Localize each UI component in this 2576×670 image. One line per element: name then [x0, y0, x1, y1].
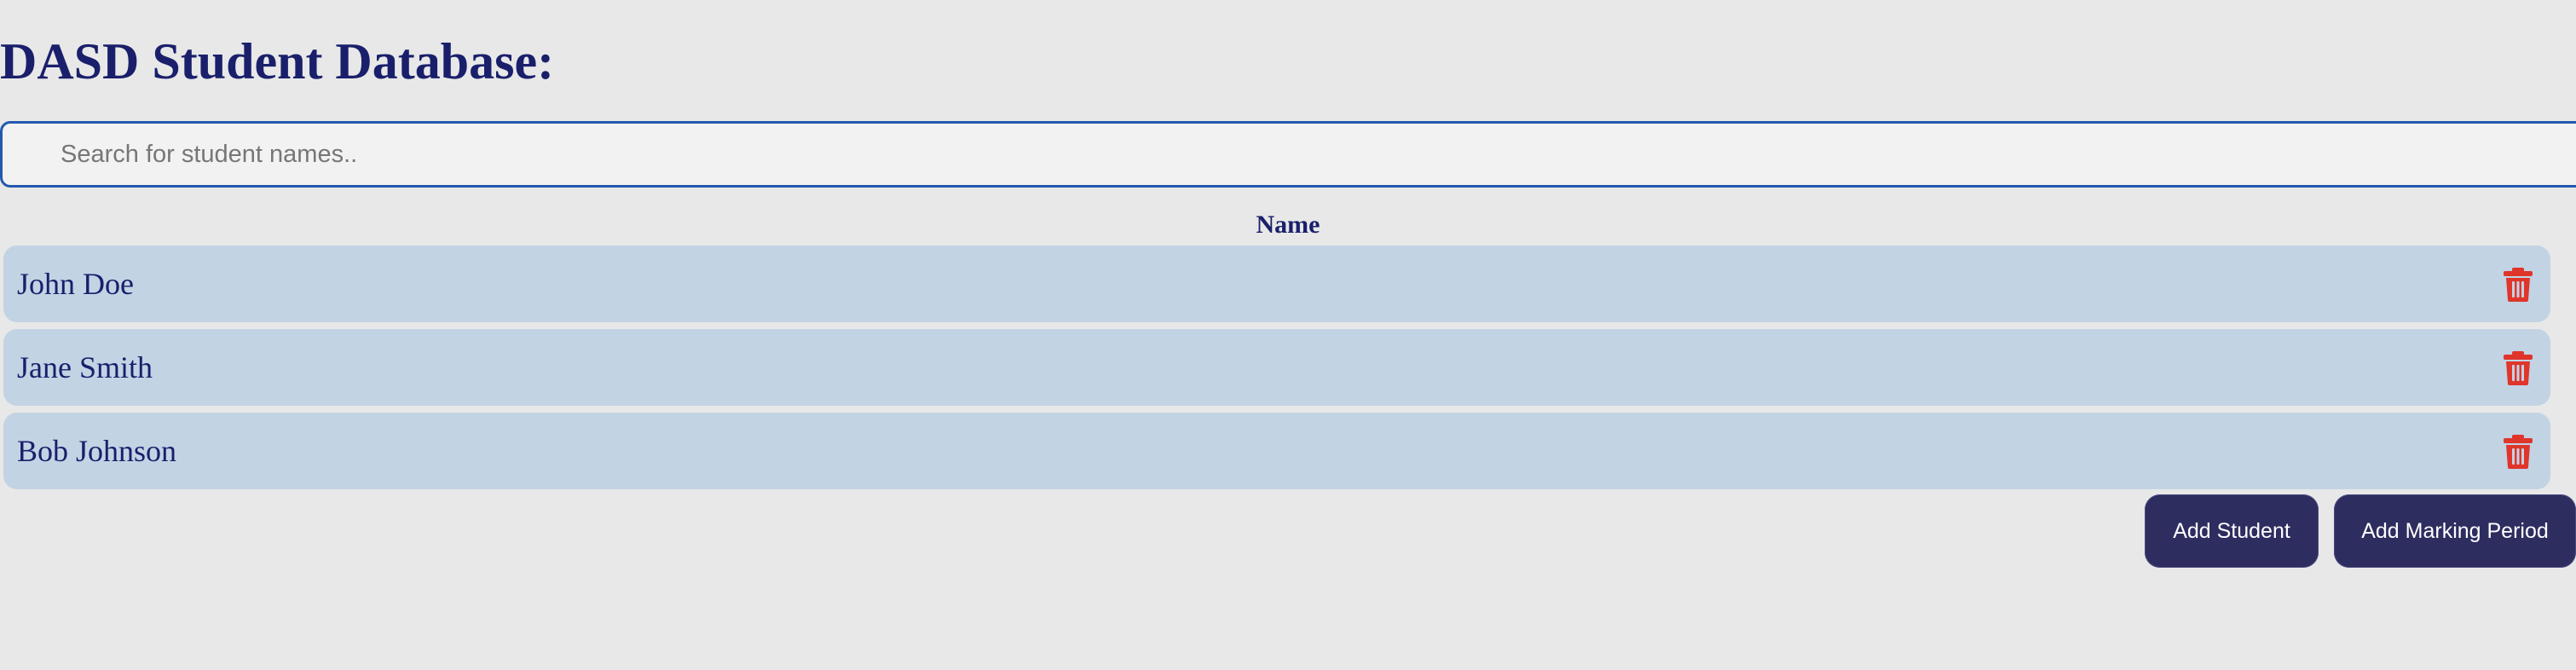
student-row[interactable]: John Doe [3, 245, 2550, 322]
add-student-button[interactable]: Add Student [2145, 494, 2319, 568]
student-row[interactable]: Bob Johnson [3, 413, 2550, 489]
trash-icon [2504, 351, 2533, 385]
student-row[interactable]: Jane Smith [3, 329, 2550, 406]
student-name: John Doe [17, 267, 134, 301]
student-list: John Doe Jane Smith Bob Johnson [3, 245, 2550, 496]
delete-student-button[interactable] [2499, 266, 2537, 303]
add-marking-period-button[interactable]: Add Marking Period [2334, 494, 2576, 568]
delete-student-button[interactable] [2499, 349, 2537, 387]
name-column-header: Name [1256, 211, 1320, 239]
trash-icon [2504, 435, 2533, 469]
delete-student-button[interactable] [2499, 433, 2537, 471]
search-input[interactable] [0, 121, 2576, 188]
page-title: DASD Student Database: [0, 33, 555, 90]
student-name: Jane Smith [17, 350, 153, 384]
trash-icon [2504, 268, 2533, 302]
student-name: Bob Johnson [17, 434, 177, 468]
